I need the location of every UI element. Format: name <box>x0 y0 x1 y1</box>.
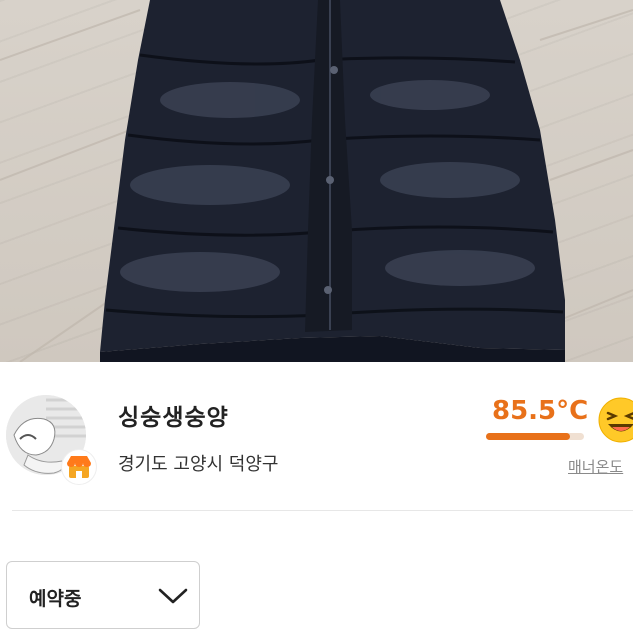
sale-status-selected-value: 예약중 <box>29 588 82 610</box>
manner-temperature-bar-fill <box>486 433 570 440</box>
section-divider <box>12 510 633 511</box>
manner-temperature-link[interactable]: 매너온도 <box>568 456 623 477</box>
manner-temperature-bar <box>486 433 584 440</box>
seller-name[interactable]: 싱숭생숭양 <box>118 398 229 432</box>
product-photo[interactable] <box>0 0 633 362</box>
laughing-face-icon <box>598 397 633 443</box>
shop-icon <box>62 450 96 484</box>
seller-region: 경기도 고양시 덕양구 <box>118 454 279 475</box>
chevron-down-icon <box>157 586 189 610</box>
manner-temperature-value: 85.5°C <box>492 396 589 426</box>
sale-status-select[interactable]: 예약중 <box>6 561 200 629</box>
